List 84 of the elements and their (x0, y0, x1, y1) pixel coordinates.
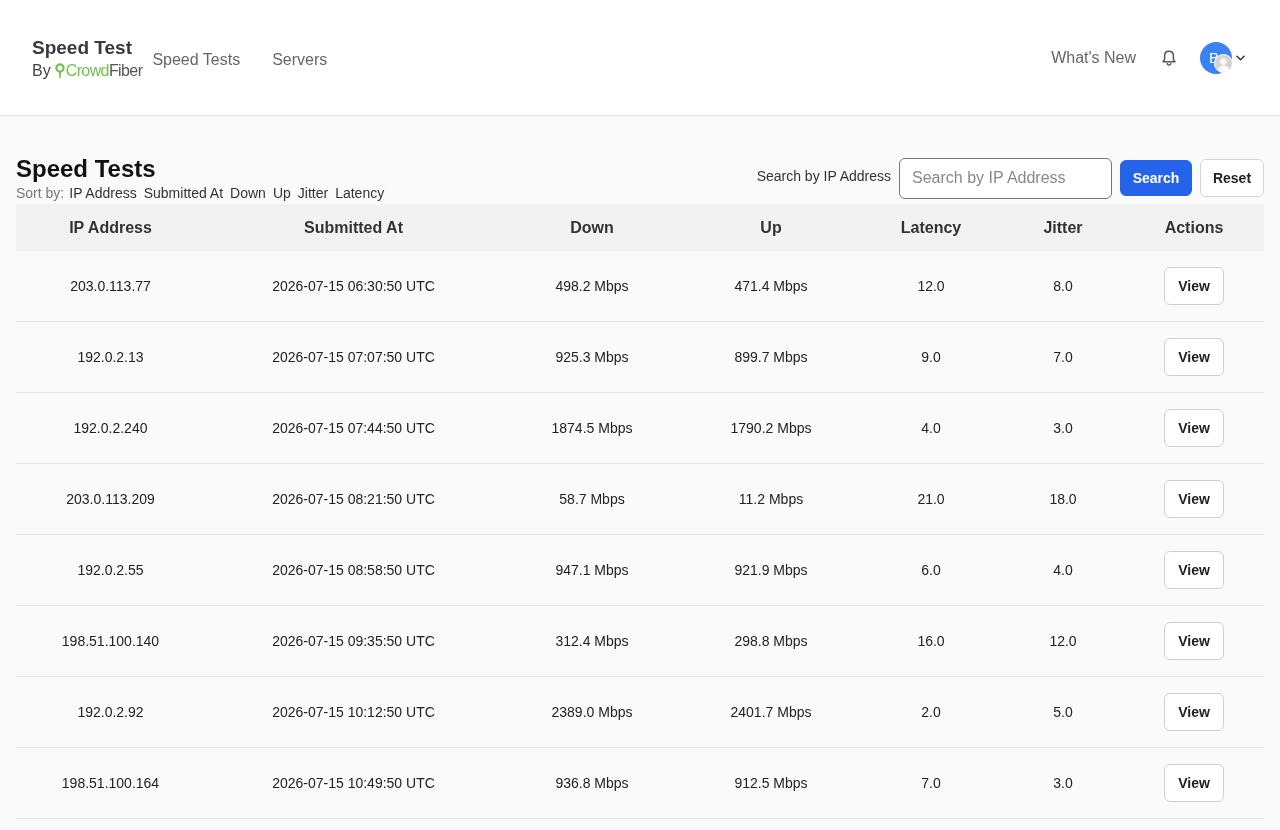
sort-option[interactable]: Up (272, 185, 291, 201)
view-button[interactable]: View (1164, 409, 1224, 447)
view-button[interactable]: View (1164, 622, 1224, 660)
nav-link[interactable]: Servers (272, 50, 328, 69)
table-cell: 936.8 Mbps (502, 747, 682, 819)
table-cell: 498.2 Mbps (502, 251, 682, 322)
table-cell: 7.0 (1002, 321, 1124, 393)
table-cell: 2026-07-15 09:35:50 UTC (205, 605, 502, 677)
column-header: IP Address (16, 204, 205, 251)
map-pin-icon (54, 62, 65, 79)
column-header: Actions (1124, 204, 1264, 251)
column-header: Submitted At (205, 204, 502, 251)
column-header: Jitter (1002, 204, 1124, 251)
table-cell: 58.7 Mbps (502, 463, 682, 535)
table-cell: 4.0 (1002, 534, 1124, 606)
table-cell: 2389.0 Mbps (502, 676, 682, 748)
table-cell: 8.0 (1002, 251, 1124, 322)
notification-bell-icon[interactable] (1160, 48, 1178, 67)
table-cell: 2026-07-15 07:07:50 UTC (205, 321, 502, 393)
chevron-down-icon[interactable] (1236, 54, 1245, 61)
table-cell: 12.0 (1002, 605, 1124, 677)
table-cell: 5.0 (1002, 676, 1124, 748)
nav-link[interactable]: Speed Tests (152, 50, 241, 69)
view-button[interactable]: View (1164, 267, 1224, 305)
table-cell: 192.0.2.55 (16, 534, 205, 606)
table-cell: 2401.7 Mbps (682, 676, 860, 748)
table-cell: 471.4 Mbps (682, 251, 860, 322)
table-cell: 2026-07-15 10:49:50 UTC (205, 747, 502, 819)
table-cell: 203.0.113.77 (16, 251, 205, 322)
table-cell: 192.0.2.92 (16, 676, 205, 748)
table-cell: 21.0 (860, 463, 1002, 535)
table-cell: 298.8 Mbps (682, 605, 860, 677)
table-cell: 9.0 (860, 321, 1002, 393)
table-cell: 2026-07-15 10:12:50 UTC (205, 676, 502, 748)
column-header: Down (502, 204, 682, 251)
column-header: Up (682, 204, 860, 251)
sort-option[interactable]: Latency (335, 185, 385, 201)
table-cell: 2026-07-15 06:30:50 UTC (205, 251, 502, 322)
byline-text: By (32, 61, 51, 80)
table-cell: 312.4 Mbps (502, 605, 682, 677)
sort-option[interactable]: Jitter (297, 185, 329, 201)
search-button[interactable]: Search (1120, 160, 1192, 196)
table-cell: 912.5 Mbps (682, 747, 860, 819)
view-button[interactable]: View (1164, 764, 1224, 802)
whats-new-link[interactable]: What's New (1051, 48, 1136, 67)
table-cell: 3.0 (1002, 747, 1124, 819)
table-cell: 11.2 Mbps (682, 463, 860, 535)
page-title: Speed Tests (16, 155, 157, 183)
table-cell: 203.0.113.209 (16, 463, 205, 535)
table-cell: 899.7 Mbps (682, 321, 860, 393)
sort-option[interactable]: Down (230, 185, 266, 201)
column-header: Latency (860, 204, 1002, 251)
table-cell: 4.0 (860, 392, 1002, 464)
sort-option[interactable]: Submitted At (143, 185, 224, 201)
view-button[interactable]: View (1164, 480, 1224, 518)
app-title: Speed Test (32, 35, 133, 60)
table-cell: 947.1 Mbps (502, 534, 682, 606)
table-cell: 192.0.2.240 (16, 392, 205, 464)
table-cell: 12.0 (860, 251, 1002, 322)
view-button[interactable]: View (1164, 693, 1224, 731)
table-cell: 2.0 (860, 676, 1002, 748)
table-cell: 3.0 (1002, 392, 1124, 464)
table-cell: 7.0 (860, 747, 1002, 819)
table-cell: 2026-07-15 08:21:50 UTC (205, 463, 502, 535)
table-cell: 16.0 (860, 605, 1002, 677)
brand-logo: CrowdFiber (65, 61, 143, 80)
table-cell: 198.51.100.140 (16, 605, 205, 677)
table-cell: 1790.2 Mbps (682, 392, 860, 464)
search-field[interactable]: Search by IP Address (899, 157, 1112, 199)
table-cell: 925.3 Mbps (502, 321, 682, 393)
table-cell: 2026-07-15 08:58:50 UTC (205, 534, 502, 606)
table-cell: 2026-07-15 07:44:50 UTC (205, 392, 502, 464)
table-cell: 192.0.2.13 (16, 321, 205, 393)
table-cell: 198.51.100.164 (16, 747, 205, 819)
sort-label: Sort by: (16, 185, 65, 201)
view-button[interactable]: View (1164, 551, 1224, 589)
sort-option[interactable]: IP Address (69, 185, 137, 201)
table-cell: 921.9 Mbps (682, 534, 860, 606)
table-cell: 1874.5 Mbps (502, 392, 682, 464)
table-cell: 18.0 (1002, 463, 1124, 535)
table-cell: 6.0 (860, 534, 1002, 606)
search-label: Search by IP Address (756, 168, 891, 184)
reset-button[interactable]: Reset (1200, 159, 1264, 197)
view-button[interactable]: View (1164, 338, 1224, 376)
